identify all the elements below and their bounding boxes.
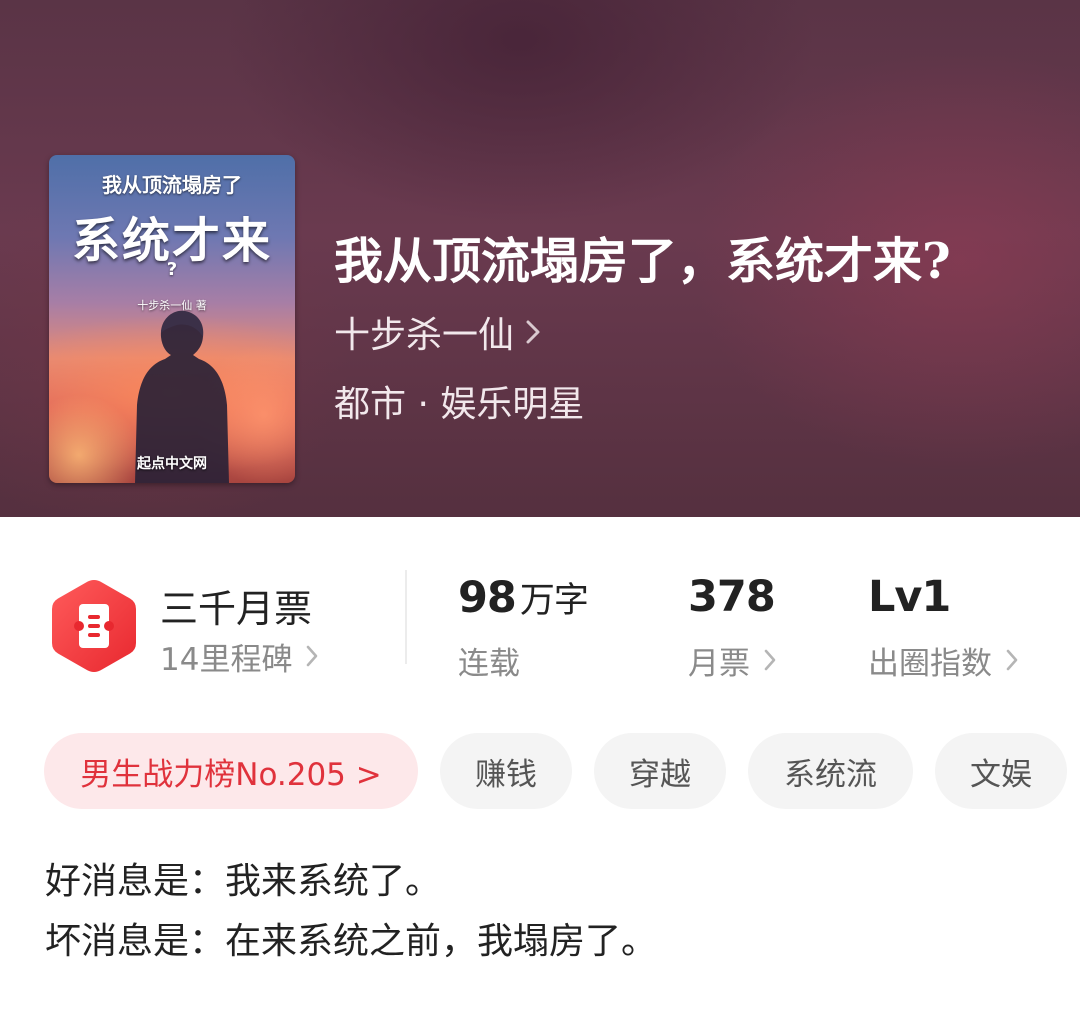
cover-publisher: 起点中文网 — [137, 456, 207, 472]
monthly-ticket-title: 三千月票 — [160, 587, 313, 631]
book-title: 我从顶流塌房了，系统才来? — [334, 232, 951, 290]
word-count: 98 万字 — [458, 572, 589, 623]
ticket-hexagon-icon[interactable] — [50, 578, 138, 674]
author-name: 十步杀一仙 — [334, 315, 515, 356]
level-value: Lv1 — [868, 572, 951, 622]
synopsis-line: 坏消息是：在来系统之前，我塌房了。 — [45, 921, 658, 962]
monthly-tickets-label: 月票 — [688, 646, 750, 682]
tag-chip[interactable]: 穿越 — [594, 733, 726, 809]
tag-chip[interactable]: 文娱 — [935, 733, 1067, 809]
monthly-tickets-count: 378 — [688, 572, 776, 622]
tag-chip[interactable]: 系统流 — [748, 733, 913, 809]
milestones-link[interactable]: 14里程碑 — [160, 634, 318, 679]
synopsis-line: 好消息是：我来系统了。 — [45, 861, 442, 902]
genre-label: 都市 · 娱乐明星 — [334, 384, 585, 425]
book-cover[interactable]: 我从顶流塌房了 系统才来 ? 十步杀一仙 著 起点中文网 — [49, 155, 295, 483]
milestones-label: 14里程碑 — [160, 642, 293, 678]
book-header: 我从顶流塌房了 系统才来 ? 十步杀一仙 著 起点中文网 我从顶流塌房了，系统才… — [0, 0, 1080, 517]
stats-divider — [405, 570, 407, 664]
tag-chip[interactable]: 赚钱 — [440, 733, 572, 809]
cover-top-text: 我从顶流塌房了 — [102, 173, 242, 197]
cover-question-mark: ? — [166, 259, 178, 280]
book-synopsis[interactable]: 好消息是：我来系统了。 坏消息是：在来系统之前，我塌房了。 — [45, 852, 1045, 972]
chevron-right-icon — [526, 312, 540, 353]
chevron-right-icon — [1006, 643, 1018, 679]
monthly-tickets-link[interactable]: 月票 — [688, 638, 776, 683]
chevron-right-icon — [306, 639, 318, 675]
serial-status-label: 连载 — [458, 646, 520, 682]
rank-tag[interactable]: 男生战力榜No.205 > — [44, 733, 418, 809]
chevron-right-icon — [764, 643, 776, 679]
serial-status: 连载 — [458, 638, 520, 683]
word-count-value: 98 — [458, 573, 517, 623]
popularity-index-link[interactable]: 出圈指数 — [868, 638, 1018, 683]
popularity-index-label: 出圈指数 — [868, 646, 992, 682]
author-link[interactable]: 十步杀一仙 — [334, 308, 540, 356]
word-count-unit: 万字 — [519, 581, 589, 621]
